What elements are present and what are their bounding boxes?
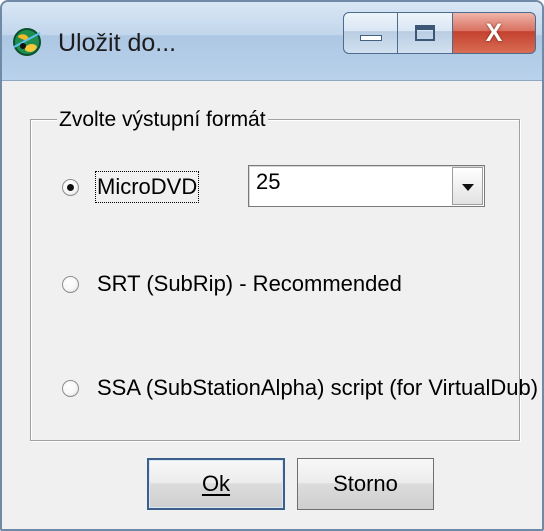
close-button[interactable]: X [453, 12, 536, 54]
srt-radio[interactable] [62, 275, 79, 293]
app-green-globe-icon [13, 28, 41, 56]
format-option-microdvd[interactable]: MicroDVD [62, 170, 200, 204]
framerate-dropdown-button[interactable] [452, 167, 483, 205]
microdvd-radio[interactable] [62, 178, 79, 196]
minimize-icon [359, 35, 382, 41]
window-controls: X [343, 12, 536, 54]
ssa-radio[interactable] [62, 379, 79, 397]
save-dialog-window: Uložit do... X Zvolte výstupní formát Mi… [0, 0, 544, 531]
cancel-button[interactable]: Storno [297, 458, 434, 510]
ok-button-label: Ok [201, 471, 231, 496]
format-option-ssa[interactable]: SSA (SubStationAlpha) script (for Virtua… [62, 371, 538, 405]
framerate-value: 25 [256, 169, 281, 194]
format-option-srt[interactable]: SRT (SubRip) - Recommended [62, 267, 402, 301]
window-title: Uložit do... [58, 29, 177, 57]
title-bar[interactable]: Uložit do... X [2, 2, 542, 81]
maximize-icon [415, 25, 435, 41]
close-icon: X [485, 18, 503, 47]
chevron-down-icon [461, 183, 474, 191]
output-format-group-title: Zvolte výstupní formát [57, 106, 268, 133]
ok-button[interactable]: Ok [147, 458, 285, 510]
format-option-label: MicroDVD [94, 171, 200, 203]
maximize-button[interactable] [398, 12, 453, 54]
framerate-select[interactable]: 25 [248, 165, 485, 207]
cancel-button-label: Storno [333, 471, 398, 496]
format-option-label: SRT (SubRip) - Recommended [97, 271, 402, 296]
format-option-label: SSA (SubStationAlpha) script (for Virtua… [97, 375, 539, 400]
minimize-button[interactable] [343, 12, 398, 54]
